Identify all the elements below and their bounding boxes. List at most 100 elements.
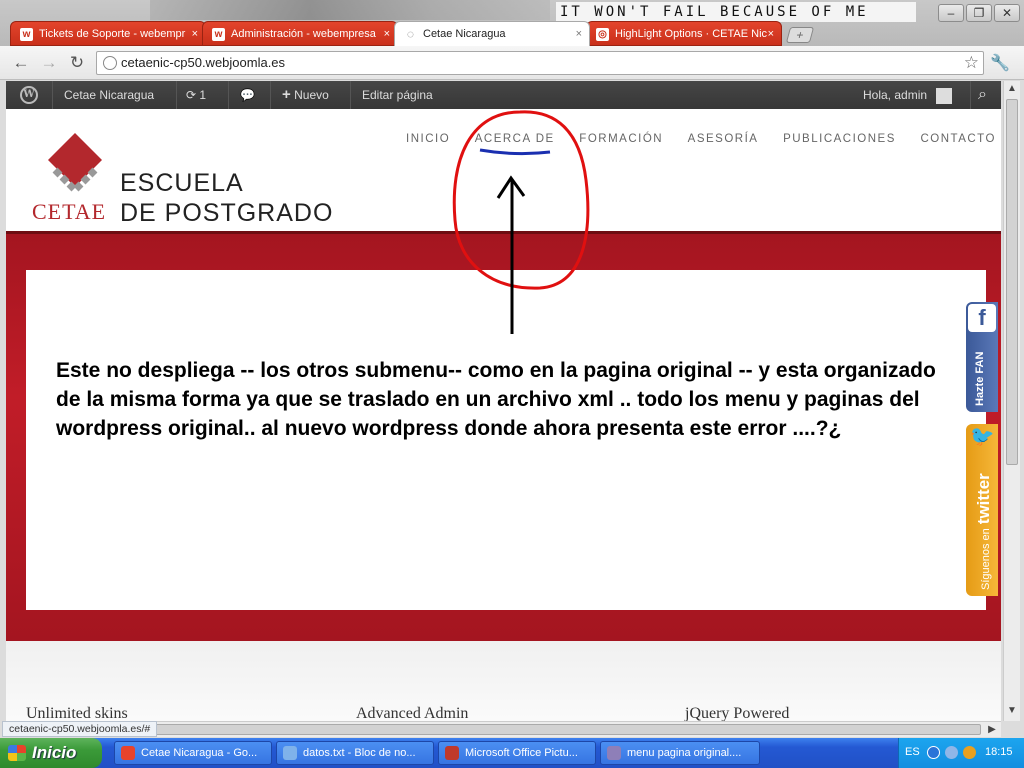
vertical-scroll-thumb[interactable] [1006,99,1018,465]
windows-taskbar: Inicio Cetae Nicaragua - Go... datos.txt… [0,738,1024,768]
plus-icon: + [282,86,291,103]
screen: IT WON'T FAIL BECAUSE OF ME – ❐ ✕ w Tick… [0,0,1024,768]
tab-close-icon[interactable]: × [768,22,774,45]
webempresa-favicon-icon: w [20,28,33,41]
office-picture-icon [445,746,459,760]
wrench-icon[interactable]: 🔧 [990,53,1010,73]
forward-arrow-icon[interactable]: → [38,52,60,74]
status-url-bubble: cetaenic-cp50.webjoomla.es/# [2,721,158,737]
nav-item-inicio[interactable]: INICIO [406,133,450,145]
nav-item-formacion[interactable]: FORMACIÓN [579,133,663,145]
close-window-button[interactable]: ✕ [994,4,1020,22]
updates-count: 1 [199,88,207,102]
globe-icon [103,56,117,70]
admin-bar-divider [176,81,177,109]
tab-close-icon[interactable]: × [384,22,390,45]
taskbar-item-image-viewer[interactable]: menu pagina original.... [600,741,760,765]
highlight-favicon-icon: ◎ [596,28,609,41]
language-indicator[interactable]: ES [905,746,920,758]
avatar [936,87,953,104]
scroll-right-arrow-icon[interactable]: ▶ [984,722,1000,738]
system-tray: ES 18:15 [898,738,1024,768]
admin-bar-divider [52,81,53,109]
annotation-message: Este no despliega -- los otros submenu--… [56,359,936,440]
comments-icon[interactable]: 💬 [240,81,255,109]
admin-bar-divider [350,81,351,109]
url-text: cetaenic-cp50.webjoomla.es [121,55,286,70]
cetae-diamond-logo-icon [48,133,102,192]
taskbar-item-office-picture[interactable]: Microsoft Office Pictu... [438,741,596,765]
clock: 18:15 [985,746,1013,758]
wordpress-logo-icon[interactable]: W [20,86,38,104]
twitter-bird-icon: 🐦 [969,426,995,448]
admin-bar-edit-page[interactable]: Editar página [362,81,433,109]
start-button[interactable]: Inicio [0,738,102,768]
tab-strip: w Tickets de Soporte - webempr × w Admin… [10,20,815,46]
tab-label: Tickets de Soporte - webempr [39,28,186,40]
nav-item-acerca-de[interactable]: ACERCA DE [475,133,555,145]
nav-item-contacto[interactable]: CONTACTO [920,133,995,145]
tab-administracion[interactable]: w Administración - webempresa × [202,21,398,46]
feature-title: Unlimited skins [26,705,128,721]
task-label: menu pagina original.... [627,747,742,759]
webempresa-favicon-icon: w [212,28,225,41]
twitter-follow-tab[interactable]: 🐦 Síguenos en twitter [966,424,998,596]
admin-bar-account[interactable]: Hola, admin [863,81,953,109]
wallpaper-strip [150,0,550,20]
admin-bar-divider [970,81,971,109]
taskbar-item-chrome[interactable]: Cetae Nicaragua - Go... [114,741,272,765]
network-icon[interactable] [945,746,958,759]
start-label: Inicio [32,743,77,762]
minimize-button[interactable]: – [938,4,964,22]
image-viewer-icon [607,746,621,760]
window-controls: – ❐ ✕ [938,4,1020,22]
facebook-tab-label: Hazte FAN [974,351,986,406]
restore-button[interactable]: ❐ [966,4,992,22]
logo-postgrado-text: DE POSTGRADO [120,199,334,227]
nav-item-asesoria[interactable]: ASESORÍA [688,133,759,145]
tab-close-icon[interactable]: × [192,22,198,45]
updates-icon: ⟳ [186,88,197,102]
taskbar-item-notepad[interactable]: datos.txt - Bloc de no... [276,741,434,765]
tray-back-icon[interactable] [927,746,940,759]
tab-label: Administración - webempresa [231,28,376,40]
logo-cetae-text: CETAE [32,199,107,224]
chrome-icon [121,746,135,760]
features-strip: Unlimited skins Advanced Admin jQuery Po… [6,641,1001,721]
nav-item-publicaciones[interactable]: PUBLICACIONES [783,133,896,145]
reload-icon[interactable]: ↻ [66,52,88,74]
new-label: Nuevo [294,88,329,102]
tab-tickets[interactable]: w Tickets de Soporte - webempr × [10,21,206,46]
feature-title: jQuery Powered [685,705,790,721]
web-page: CETAE ESCUELA DE POSTGRADO INICIO ACERCA… [6,109,1001,721]
windows-flag-icon [8,745,26,761]
twitter-brand: twitter [974,473,993,525]
search-icon[interactable]: ⌕ [978,81,987,109]
loading-favicon-icon: ◌ [406,27,415,41]
address-bar[interactable]: cetaenic-cp50.webjoomla.es ☆ [96,51,984,75]
scroll-up-arrow-icon[interactable]: ▲ [1004,81,1020,97]
task-label: Cetae Nicaragua - Go... [141,747,258,759]
admin-bar-updates[interactable]: ⟳ 1 [186,81,206,109]
main-navigation: INICIO ACERCA DE FORMACIÓN ASESORÍA PUBL… [406,133,996,145]
tab-label: HighLight Options · CETAE Nic [615,28,768,40]
bookmark-star-icon[interactable]: ☆ [964,52,979,74]
facebook-fan-tab[interactable]: f Hazte FAN [966,302,998,412]
admin-bar-site-name[interactable]: Cetae Nicaragua [64,81,154,109]
greeting-text: Hola, admin [863,88,928,102]
security-shield-icon[interactable] [963,746,976,759]
new-tab-button[interactable]: + [785,27,815,43]
tab-highlight-options[interactable]: ◎ HighLight Options · CETAE Nic × [586,21,782,46]
admin-bar-divider [228,81,229,109]
twitter-tab-label: Síguenos en twitter [974,473,994,590]
browser-toolbar: ← → ↻ cetaenic-cp50.webjoomla.es ☆ 🔧 [0,46,1024,80]
tab-cetae-nicaragua[interactable]: ◌ Cetae Nicaragua × [394,21,590,46]
admin-bar-new[interactable]: + Nuevo [282,81,329,109]
vertical-scrollbar[interactable]: ▲ ▼ [1003,81,1020,721]
tab-close-icon[interactable]: × [576,22,582,46]
admin-bar-divider [270,81,271,109]
scroll-down-arrow-icon[interactable]: ▼ [1004,703,1020,719]
logo-escuela-text: ESCUELA [120,169,244,197]
back-arrow-icon[interactable]: ← [10,52,32,74]
facebook-icon: f [968,304,996,332]
